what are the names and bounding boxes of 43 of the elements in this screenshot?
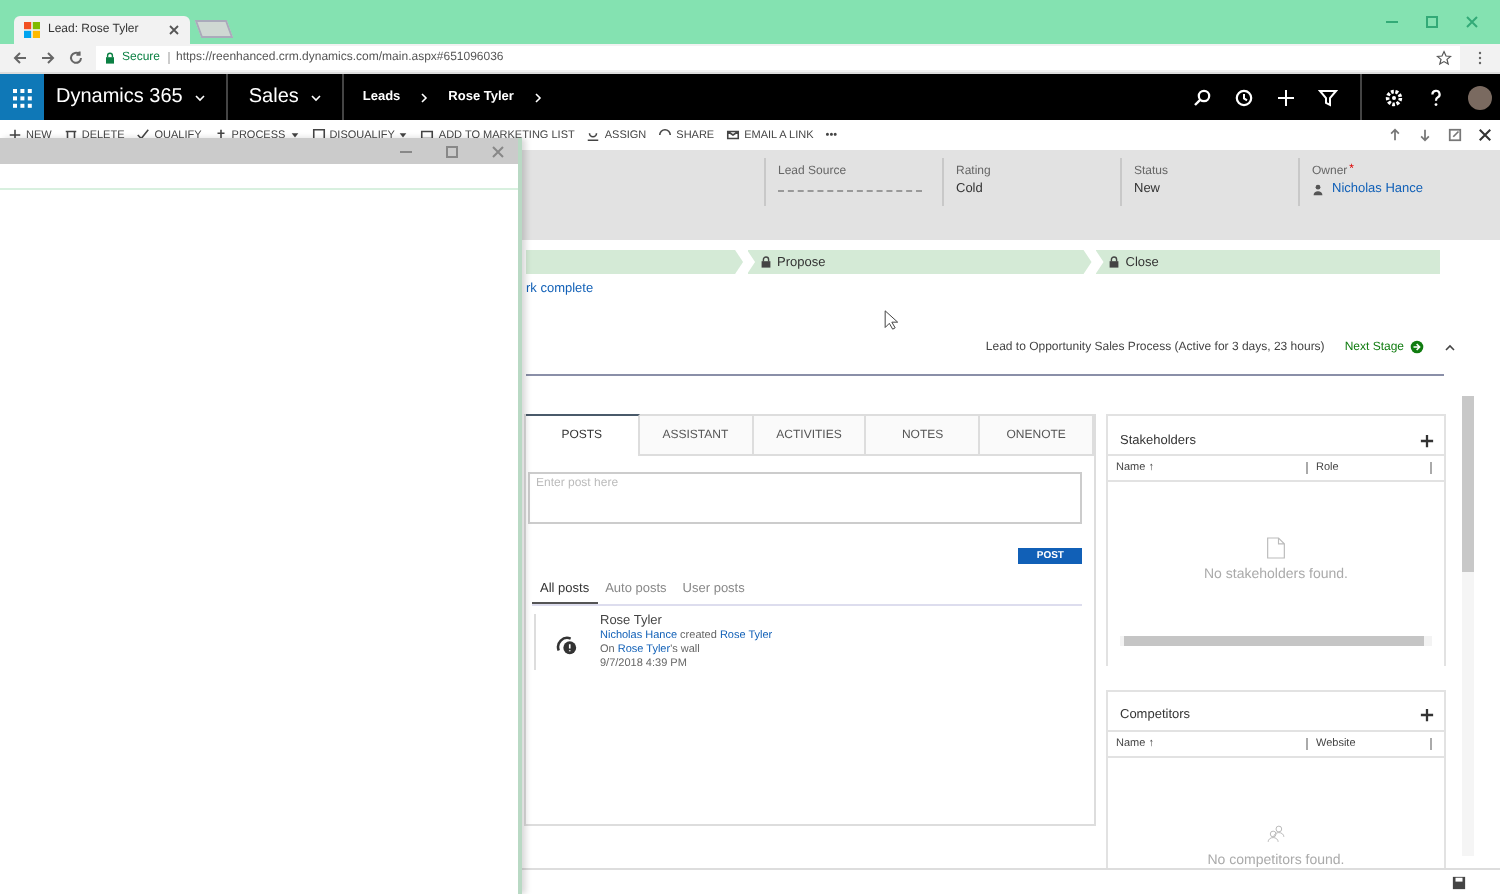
save-icon[interactable] — [1452, 875, 1466, 889]
area-switcher[interactable]: Sales — [228, 74, 345, 120]
down-arrow-icon[interactable] — [1418, 128, 1432, 142]
search-icon[interactable] — [1192, 87, 1212, 107]
up-arrow-icon[interactable] — [1388, 128, 1402, 142]
vertical-scrollbar[interactable] — [1462, 396, 1474, 856]
lock-icon — [104, 52, 116, 64]
grid-icon — [12, 87, 32, 107]
help-icon[interactable] — [1426, 87, 1446, 107]
command-icon — [213, 128, 228, 142]
chevron-down-icon — [310, 91, 323, 103]
document-icon — [1266, 535, 1286, 560]
chevron-down-icon — [194, 91, 207, 103]
add-icon[interactable] — [1420, 708, 1434, 722]
close-icon[interactable] — [1478, 128, 1492, 142]
history-icon[interactable] — [1234, 87, 1254, 107]
arrow-circle-icon — [1410, 340, 1424, 354]
command-icon — [420, 128, 435, 142]
back-arrow-icon[interactable] — [12, 50, 28, 66]
people-icon — [1266, 822, 1286, 846]
reload-icon[interactable] — [68, 50, 84, 66]
user-icon — [1312, 183, 1324, 195]
avatar[interactable] — [1468, 85, 1492, 109]
close-icon[interactable] — [168, 24, 180, 36]
pop-out-icon[interactable] — [1448, 128, 1462, 142]
horizontal-scrollbar[interactable] — [1120, 635, 1432, 645]
star-icon[interactable] — [1436, 50, 1452, 66]
app-switcher[interactable]: Dynamics 365 — [44, 74, 229, 120]
command-icon — [726, 128, 741, 142]
auto-post-icon — [556, 634, 578, 656]
chevron-right-icon — [531, 91, 544, 103]
filter-icon[interactable] — [1318, 87, 1338, 107]
forward-arrow-icon[interactable] — [40, 50, 56, 66]
app-launcher-button[interactable] — [0, 74, 44, 120]
command-icon — [586, 128, 601, 142]
plus-icon[interactable] — [1276, 87, 1296, 107]
windows-logo-icon — [24, 22, 40, 38]
command-icon — [136, 128, 151, 142]
chevron-right-icon — [418, 91, 431, 103]
settings-icon[interactable] — [1384, 87, 1404, 107]
add-icon[interactable] — [1420, 433, 1434, 447]
mouse-pointer-icon — [884, 310, 898, 330]
collapse-caret-icon[interactable] — [1444, 341, 1456, 353]
